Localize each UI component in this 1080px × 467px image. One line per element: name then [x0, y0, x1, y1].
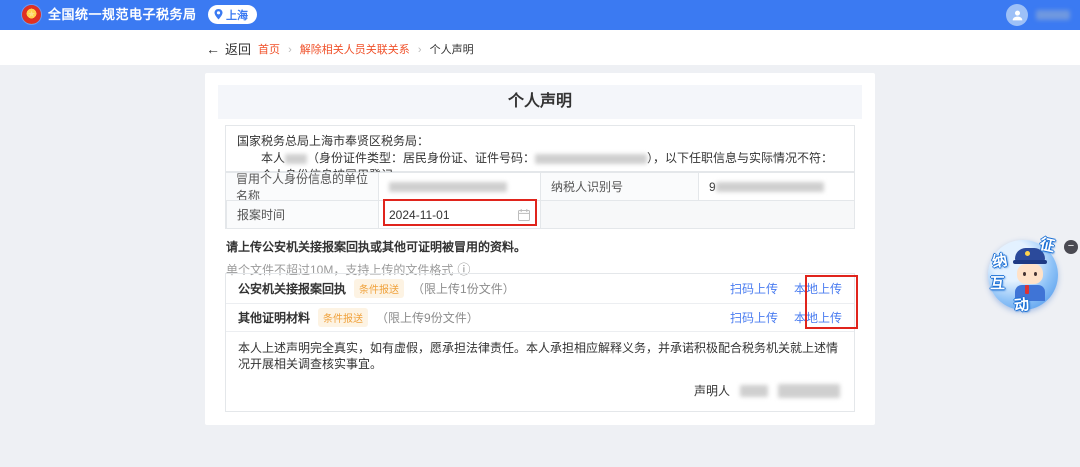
calendar-icon[interactable]: [518, 208, 530, 221]
minimize-widget-button[interactable]: −: [1064, 240, 1078, 254]
declarant-date-redacted: [778, 383, 840, 398]
breadcrumb-current: 个人声明: [429, 44, 474, 56]
top-header-bar: ★ 全国统一规范电子税务局 上海: [0, 0, 1080, 30]
conditional-submission-badge: 条件报送: [354, 279, 405, 298]
upload-row-police-receipt: 公安机关接报案回执 条件报送 （限上传1份文件） 扫码上传 本地上传: [226, 274, 854, 304]
minus-icon: −: [1067, 240, 1075, 252]
mascot-char-zheng: 征: [1038, 235, 1057, 256]
report-date-value: 2024-11-01: [389, 207, 450, 222]
breadcrumb-bar: ← 返回 首页 › 解除相关人员关联关系 › 个人声明: [0, 30, 1080, 65]
declarant-name-redacted: [740, 384, 768, 397]
app-window: ★ 全国统一规范电子税务局 上海 ← 返回 首页 › 解除相关人员关联关系 › 个: [0, 0, 1080, 467]
taxpayer-id-label: 纳税人识别号: [540, 172, 698, 200]
report-date-field[interactable]: 2024-11-01: [378, 200, 540, 228]
upload-limit-text: （限上传1份文件）: [412, 282, 515, 296]
app-title: 全国统一规范电子税务局: [48, 7, 197, 22]
declarant-name-redacted: [285, 153, 308, 164]
taxpayer-id-redacted: [715, 181, 824, 192]
declarant-label: 声明人: [693, 384, 730, 398]
scan-upload-link[interactable]: 扫码上传: [730, 309, 778, 326]
national-emblem-icon: ★: [22, 5, 41, 24]
tax-interaction-widget[interactable]: 征 纳 互 动 −: [978, 232, 1078, 320]
upload-section: 公安机关接报案回执 条件报送 （限上传1份文件） 扫码上传 本地上传 其他证明材…: [225, 273, 855, 412]
declarant-signature-line: 声明人: [226, 374, 854, 411]
breadcrumb-separator-icon: ›: [288, 44, 292, 56]
back-arrow-icon: ←: [206, 41, 220, 57]
unit-name-value: [378, 172, 540, 200]
commitment-paragraph: 本人上述声明完全真实，如有虚假，愿承担法律责任。本人承担相应解释义务，并承诺积极…: [238, 341, 839, 371]
empty-cell: [540, 200, 854, 228]
breadcrumb-home-link[interactable]: 首页: [258, 44, 280, 56]
declaration-fields-table: 冒用个人身份信息的单位名称 纳税人识别号 9 报案时间 2024-11-01: [226, 172, 854, 228]
upload-item-name: 公安机关接报案回执: [238, 282, 347, 296]
personal-declaration-card: 个人声明 国家税务总局上海市奉贤区税务局： 本人 （身份证件类型：居民身份证、证件…: [205, 73, 875, 425]
declaration-paragraph: 国家税务总局上海市奉贤区税务局： 本人 （身份证件类型：居民身份证、证件号码：），…: [226, 126, 854, 182]
unit-name-redacted: [389, 181, 507, 192]
upload-row-other-materials: 其他证明材料 条件报送 （限上传9份文件） 扫码上传 本地上传: [226, 304, 854, 332]
user-avatar[interactable]: [1006, 4, 1028, 26]
location-switcher[interactable]: 上海: [208, 5, 257, 24]
user-icon: [1012, 10, 1022, 20]
local-upload-link[interactable]: 本地上传: [794, 280, 842, 297]
id-number-redacted: [535, 153, 648, 164]
local-upload-link[interactable]: 本地上传: [794, 309, 842, 326]
breadcrumb-parent-link[interactable]: 解除相关人员关联关系: [300, 44, 410, 56]
taxpayer-id-value: 9: [698, 172, 854, 200]
upload-limit-text: （限上传9份文件）: [376, 311, 479, 325]
page-title: 个人声明: [218, 85, 862, 119]
conditional-submission-badge: 条件报送: [318, 308, 369, 327]
report-date-label: 报案时间: [226, 200, 378, 228]
declaration-section: 国家税务总局上海市奉贤区税务局： 本人 （身份证件类型：居民身份证、证件号码：），…: [225, 125, 855, 229]
mascot-char-dong: 动: [1013, 296, 1030, 315]
unit-name-label: 冒用个人身份信息的单位名称: [226, 172, 378, 203]
breadcrumb-separator-icon: ›: [417, 44, 422, 56]
location-label: 上海: [226, 9, 248, 22]
declaration-salutation: 国家税务总局上海市奉贤区税务局：: [237, 134, 430, 148]
upload-instruction: 请上传公安机关接报案回执或其他可证明被冒用的资料。: [226, 240, 527, 254]
upload-item-name: 其他证明材料: [238, 311, 311, 325]
location-pin-icon: [214, 9, 223, 20]
back-button[interactable]: ← 返回: [206, 39, 251, 58]
scan-upload-link[interactable]: 扫码上传: [730, 280, 778, 297]
username-redacted[interactable]: [1036, 10, 1070, 20]
breadcrumb: 首页 › 解除相关人员关联关系 › 个人声明: [258, 41, 474, 57]
mascot-char-hu: 互: [990, 275, 1006, 292]
